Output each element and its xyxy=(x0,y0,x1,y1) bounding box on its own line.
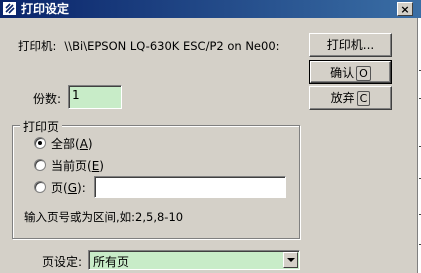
copies-label: 份数: xyxy=(33,92,62,106)
printer-info: 打印机: \\Bi\EPSON LQ-630K ESC/P2 on Ne00: xyxy=(18,38,280,54)
window-title: 打印设定 xyxy=(21,2,70,16)
page-setting-value: 所有页 xyxy=(93,255,130,269)
radio-current-page[interactable] xyxy=(34,159,46,171)
app-icon xyxy=(3,2,16,15)
page-range-input[interactable] xyxy=(94,176,286,198)
radio-current-page-label[interactable]: 当前页(E) xyxy=(51,157,104,174)
radio-pages-label[interactable]: 页(G): xyxy=(51,179,86,196)
page-setting-select[interactable]: 所有页 xyxy=(88,250,300,270)
close-icon: × xyxy=(400,3,410,16)
cancel-hotkey: C xyxy=(356,91,371,106)
title-bar: 打印设定 × xyxy=(0,0,421,18)
radio-selected-dot xyxy=(38,141,42,145)
print-range-label: 打印页 xyxy=(20,118,63,135)
radio-all[interactable] xyxy=(34,137,46,149)
background-window-edge xyxy=(417,18,421,273)
close-button[interactable]: × xyxy=(397,2,413,16)
ok-button-label: 确认 xyxy=(330,66,355,80)
page-setting-label: 页设定: xyxy=(42,255,83,269)
cancel-button[interactable]: 放弃 C xyxy=(309,86,392,110)
page-range-hint: 输入页号或为区间,如:2,5,8-10 xyxy=(24,210,184,224)
radio-pages[interactable] xyxy=(34,181,46,193)
copies-input[interactable]: 1 xyxy=(68,85,122,109)
radio-all-label[interactable]: 全部(A) xyxy=(51,135,93,152)
printer-button[interactable]: 打印机... xyxy=(309,33,392,57)
ok-hotkey: O xyxy=(356,66,371,81)
printer-name: \\Bi\EPSON LQ-630K ESC/P2 on Ne00: xyxy=(64,39,280,53)
chevron-down-icon[interactable] xyxy=(283,252,298,268)
printer-label: 打印机: xyxy=(18,39,57,53)
printer-button-label: 打印机... xyxy=(326,38,375,52)
ok-button[interactable]: 确认 O xyxy=(309,60,392,84)
cancel-button-label: 放弃 xyxy=(330,91,355,105)
